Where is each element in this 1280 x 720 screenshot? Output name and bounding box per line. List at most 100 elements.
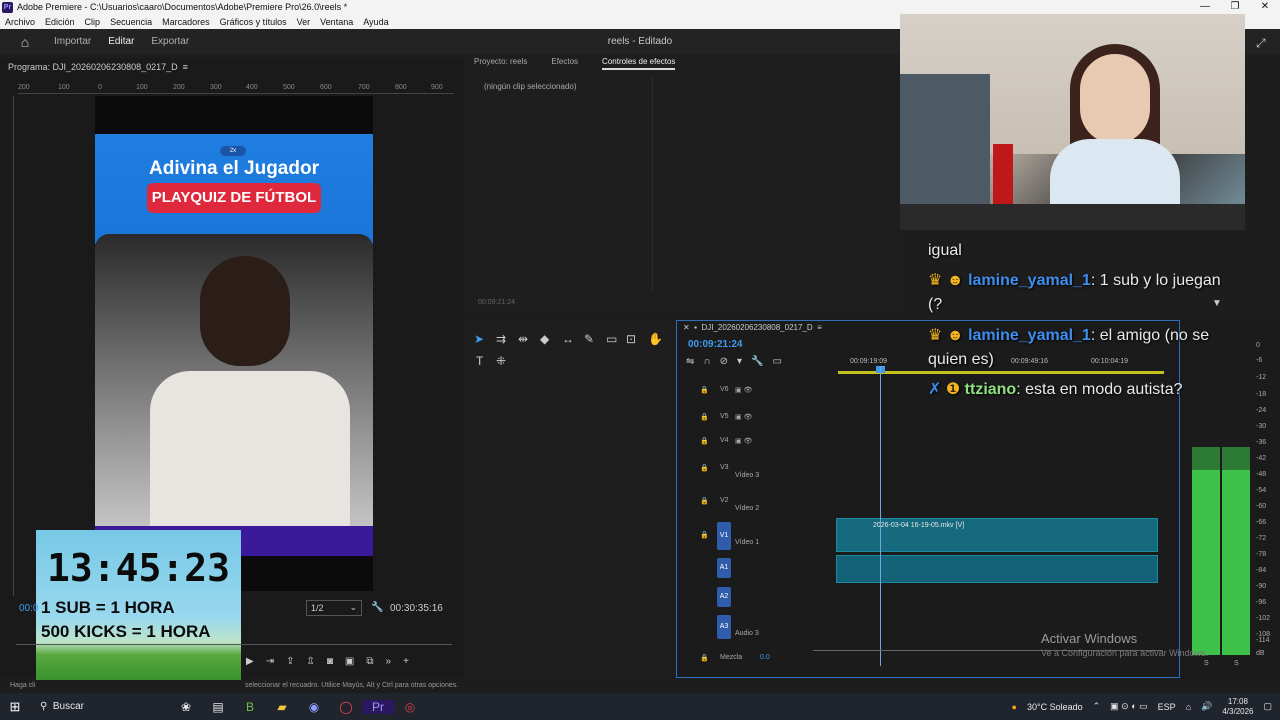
menu-marcadores[interactable]: Marcadores <box>157 17 215 27</box>
timeline-timecode[interactable]: 00:09:21:24 <box>688 339 742 350</box>
lock-icon[interactable]: 🔒 <box>700 655 709 662</box>
menu-clip[interactable]: Clip <box>80 17 106 27</box>
effects-control-panel <box>468 54 900 312</box>
eye-icon[interactable]: ▣ 👁 <box>735 413 752 421</box>
minimize-button[interactable]: — <box>1190 0 1220 14</box>
task-view-icon[interactable]: ▤ <box>202 700 234 714</box>
tab-exportar[interactable]: Exportar <box>147 36 202 47</box>
hand-icon[interactable]: ✋ <box>648 332 663 346</box>
wrench-icon[interactable]: 🔧 <box>371 602 383 613</box>
tab-importar[interactable]: Importar <box>50 36 104 47</box>
transcript-icon[interactable]: ⁜ <box>496 354 506 368</box>
lock-icon[interactable]: 🔒 <box>700 498 709 505</box>
zoom-tool-icon[interactable]: ⊡ <box>626 332 636 346</box>
lock-icon[interactable]: 🔒 <box>700 438 709 445</box>
compare-icon[interactable]: ▣ <box>345 656 354 667</box>
program-scrubber[interactable] <box>16 644 452 648</box>
lock-icon[interactable]: 🔒 <box>700 532 709 539</box>
step-forward-icon[interactable]: ⇥ <box>266 656 274 667</box>
lock-icon[interactable]: 🔒 <box>700 465 709 472</box>
menu-ayuda[interactable]: Ayuda <box>358 17 393 27</box>
video-clip[interactable]: 2026-03-04 16-19-05.mkv [V] <box>836 518 1158 552</box>
selection-tool-icon[interactable]: ➤ <box>474 332 484 346</box>
slip-icon[interactable]: ↔ <box>562 332 574 346</box>
rectangle-icon[interactable]: ▭ <box>606 332 617 346</box>
menu-ver[interactable]: Ver <box>292 17 316 27</box>
flowers-widget-icon[interactable]: ❀ <box>170 700 202 714</box>
lock-icon[interactable]: 🔒 <box>700 387 709 394</box>
status-bar: Haga cli seleccionar el recuadro. Utilic… <box>0 680 1280 693</box>
camera-icon[interactable]: ◙ <box>327 656 333 667</box>
lift-icon[interactable]: ⇪ <box>286 656 294 667</box>
track-a3-target[interactable]: A3 <box>717 615 731 639</box>
fullscreen-icon[interactable]: ⤢ <box>1256 36 1266 51</box>
discord-icon[interactable]: ◉ <box>298 700 330 714</box>
tab-efectos[interactable]: Efectos <box>551 57 578 70</box>
tab-proyecto[interactable]: Proyecto: reels <box>474 57 527 70</box>
weather-icon[interactable]: ● <box>1012 702 1017 712</box>
program-zoom-select[interactable]: 1/2 ⌄ <box>306 600 362 616</box>
eye-icon[interactable]: ▣ 👁 <box>735 437 752 445</box>
menu-ventana[interactable]: Ventana <box>315 17 358 27</box>
program-monitor-title[interactable]: Programa: DJI_20260206230808_0217_D ≡ <box>8 62 188 72</box>
timeline-toolbar: ⇋ ∩ ⊘ ▾ 🔧 ▭ <box>686 356 782 367</box>
audio-clip[interactable] <box>836 555 1158 583</box>
program-playhead-timecode[interactable]: 00:0 <box>19 603 38 614</box>
tab-controles-efectos[interactable]: Controles de efectos <box>602 57 676 70</box>
obs-icon[interactable]: ◎ <box>394 700 426 714</box>
settings-icon[interactable]: ⧉ <box>366 656 373 667</box>
tab-editar[interactable]: Editar <box>104 36 147 47</box>
windows-taskbar: ⊞ ⚲ Buscar ❀ ▤ B ▰ ◉ ◯ Pr ◎ ● 30°C Solea… <box>0 693 1280 720</box>
notifications-icon[interactable]: ▢ <box>1263 701 1272 712</box>
extract-icon[interactable]: ⇫ <box>306 656 314 667</box>
activation-watermark-subtitle: Ve a Configuración para activar Windows. <box>1041 648 1209 658</box>
captions-icon[interactable]: ▭ <box>772 356 781 367</box>
ruler-tick: 00:10:04:19 <box>1091 358 1128 365</box>
snap-icon[interactable]: ∩ <box>703 356 710 367</box>
work-area-bar[interactable] <box>838 371 1164 374</box>
menu-graficos[interactable]: Gráficos y títulos <box>215 17 292 27</box>
ripple-edit-icon[interactable]: ⇹ <box>518 332 528 346</box>
track-select-icon[interactable]: ⇉ <box>496 332 506 346</box>
add-button-icon[interactable]: + <box>403 656 409 667</box>
premiere-taskbar-icon[interactable]: Pr <box>362 699 394 714</box>
effects-divider[interactable] <box>652 76 653 292</box>
menu-edicion[interactable]: Edición <box>40 17 80 27</box>
track-a2-target[interactable]: A2 <box>717 587 731 607</box>
network-icon[interactable]: ⌂ <box>1186 702 1191 712</box>
more-controls-icon[interactable]: » <box>386 656 392 667</box>
tray-apps-icon[interactable]: ▣ ⊙ ◐ ▭ <box>1110 701 1148 712</box>
timeline-sequence-tab[interactable]: ✕ ▪ DJI_20260206230808_0217_D ≡ <box>683 323 822 332</box>
type-tool-icon[interactable]: T <box>476 354 483 368</box>
program-video-frame[interactable]: 2x Adivina el Jugador PLAYQUIZ DE FÚTBOL <box>95 96 373 591</box>
maximize-button[interactable]: ❐ <box>1220 0 1250 14</box>
weather-text[interactable]: 30°C Soleado <box>1027 702 1083 712</box>
linked-selection-icon[interactable]: ⊘ <box>720 356 728 367</box>
file-explorer-icon[interactable]: ▰ <box>266 700 298 714</box>
pen-icon[interactable]: ✎ <box>584 332 594 346</box>
timeline-wrench-icon[interactable]: 🔧 <box>751 356 763 367</box>
mix-value[interactable]: 0.0 <box>760 654 770 661</box>
taskbar-clock[interactable]: 17:08 4/3/2026 <box>1222 697 1253 717</box>
menu-archivo[interactable]: Archivo <box>0 17 40 27</box>
b-app-icon[interactable]: B <box>234 700 266 714</box>
filter-icon[interactable]: ▼ <box>1212 298 1222 309</box>
volume-icon[interactable]: 🔊 <box>1201 701 1212 712</box>
track-a1-target[interactable]: A1 <box>717 558 731 578</box>
system-tray: ● 30°C Soleado ⌃ ▣ ⊙ ◐ ▭ ESP ⌂ 🔊 17:08 4/… <box>1012 693 1280 720</box>
windows-start-icon[interactable]: ⊞ <box>0 699 30 715</box>
language-indicator[interactable]: ESP <box>1158 702 1176 712</box>
marker-icon[interactable]: ▾ <box>737 356 742 367</box>
opera-icon[interactable]: ◯ <box>330 700 362 714</box>
playhead-line[interactable] <box>880 366 881 666</box>
tray-chevron-icon[interactable]: ⌃ <box>1093 701 1101 712</box>
taskbar-search[interactable]: ⚲ Buscar <box>30 693 170 720</box>
close-button[interactable]: ✕ <box>1250 0 1280 14</box>
eye-icon[interactable]: ▣ 👁 <box>735 386 752 394</box>
razor-icon[interactable]: ◆ <box>540 332 549 346</box>
menu-secuencia[interactable]: Secuencia <box>105 17 157 27</box>
lock-icon[interactable]: 🔒 <box>700 414 709 421</box>
home-icon[interactable]: ⌂ <box>0 34 50 50</box>
insert-sequence-icon[interactable]: ⇋ <box>686 356 694 367</box>
play-icon[interactable]: ▶ <box>246 656 254 667</box>
